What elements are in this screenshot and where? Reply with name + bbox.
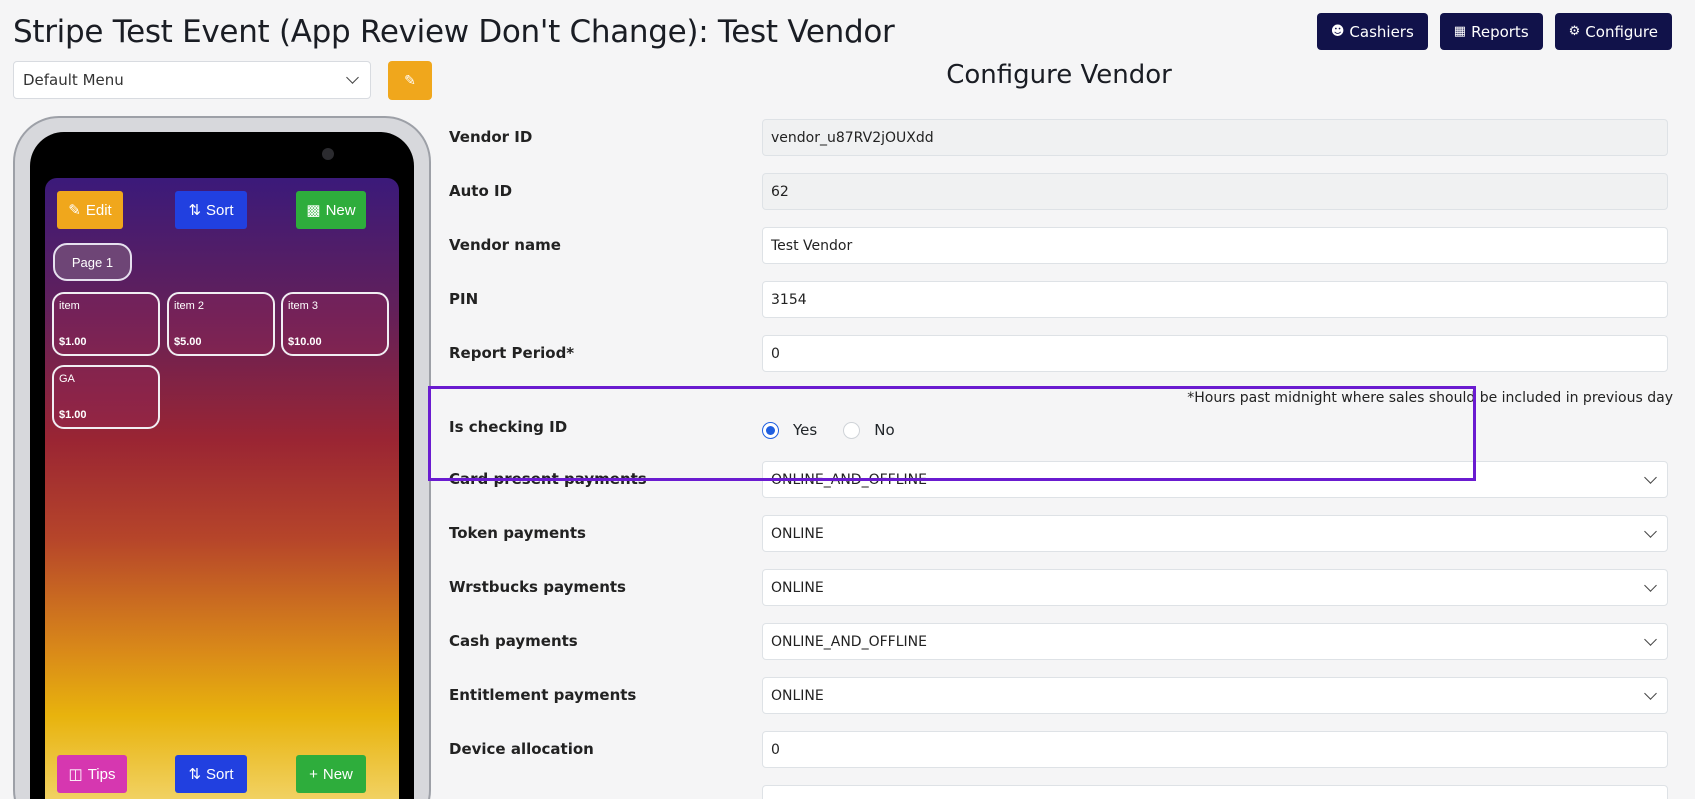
auto-id-field: 62	[762, 173, 1668, 210]
next-field-input[interactable]	[762, 785, 1668, 799]
device-allocation-label: Device allocation	[449, 740, 594, 758]
new-page-icon: ▩	[306, 202, 321, 219]
card-present-value: ONLINE_AND_OFFLINE	[771, 471, 927, 488]
item-name: item 3	[288, 300, 318, 312]
cash-payments-select[interactable]: ONLINE_AND_OFFLINE	[762, 623, 1668, 660]
wrstbucks-payments-select[interactable]: ONLINE	[762, 569, 1668, 606]
report-period-value: 0	[771, 345, 780, 362]
chevron-down-icon	[1644, 686, 1657, 700]
report-period-input[interactable]: 0	[762, 335, 1668, 372]
gear-icon: ⚙	[1568, 24, 1581, 39]
report-period-hint: *Hours past midnight where sales should …	[1187, 390, 1673, 406]
tips-icon: ◫	[68, 766, 83, 783]
tab-page-1[interactable]: Page 1	[53, 243, 132, 281]
edit-icon: ✎	[68, 202, 81, 219]
vendor-id-field: vendor_u87RV2jOUXdd	[762, 119, 1668, 156]
device-allocation-value: 0	[771, 741, 780, 758]
chevron-down-icon	[1644, 632, 1657, 646]
reports-label: Reports	[1471, 22, 1529, 41]
configure-label: Configure	[1585, 22, 1658, 41]
phone-preview: ✎ Edit ⇅ Sort ▩ New Page 1 item $1.00 it…	[13, 116, 431, 799]
phone-screen: ✎ Edit ⇅ Sort ▩ New Page 1 item $1.00 it…	[45, 178, 399, 799]
wrstbucks-payments-value: ONLINE	[771, 579, 824, 596]
checking-id-radio-group: Yes No	[762, 421, 921, 439]
phone-sort-button[interactable]: ⇅ Sort	[175, 191, 247, 229]
checking-id-no-label[interactable]: No	[874, 421, 894, 439]
vendor-id-label: Vendor ID	[449, 128, 533, 146]
phone-new-label: New	[325, 201, 356, 219]
checking-id-no-radio[interactable]	[843, 421, 861, 439]
chevron-down-icon	[1644, 578, 1657, 592]
camera-icon	[322, 148, 334, 160]
wrstbucks-payments-label: Wrstbucks payments	[449, 578, 626, 596]
vendor-name-input[interactable]: Test Vendor	[762, 227, 1668, 264]
header-actions: ☻ Cashiers ▦ Reports ⚙ Configure	[1316, 13, 1672, 50]
phone-edit-button[interactable]: ✎ Edit	[57, 191, 123, 229]
edit-menu-button[interactable]: ✎	[388, 61, 432, 100]
chevron-down-icon	[346, 71, 359, 84]
phone-new-item-label: New	[322, 765, 353, 783]
item-price: $10.00	[288, 336, 322, 348]
vendor-name-value: Test Vendor	[771, 237, 853, 254]
pin-input[interactable]: 3154	[762, 281, 1668, 318]
phone-new-button[interactable]: ▩ New	[296, 191, 366, 229]
vendor-name-label: Vendor name	[449, 236, 561, 254]
item-name: GA	[59, 373, 75, 385]
item-card[interactable]: item 2 $5.00	[167, 292, 275, 356]
menu-select-value: Default Menu	[23, 71, 124, 89]
phone-bezel: ✎ Edit ⇅ Sort ▩ New Page 1 item $1.00 it…	[30, 132, 414, 799]
phone-tips-label: Tips	[87, 765, 116, 783]
phone-tips-button[interactable]: ◫ Tips	[57, 755, 127, 793]
pin-value: 3154	[771, 291, 807, 308]
checking-id-yes-label[interactable]: Yes	[793, 421, 817, 439]
item-name: item 2	[174, 300, 204, 312]
person-icon: ☻	[1330, 24, 1345, 39]
entitlement-payments-label: Entitlement payments	[449, 686, 637, 704]
device-allocation-input[interactable]: 0	[762, 731, 1668, 768]
configure-button[interactable]: ⚙ Configure	[1554, 13, 1672, 50]
item-price: $1.00	[59, 409, 87, 421]
item-card[interactable]: GA $1.00	[52, 365, 160, 429]
auto-id-label: Auto ID	[449, 182, 513, 200]
card-present-label: Card present payments	[449, 470, 647, 488]
page-title: Stripe Test Event (App Review Don't Chan…	[13, 14, 895, 50]
menu-select[interactable]: Default Menu	[13, 61, 371, 99]
cash-payments-label: Cash payments	[449, 632, 578, 650]
token-payments-label: Token payments	[449, 524, 586, 542]
bar-chart-icon: ▦	[1453, 24, 1467, 39]
phone-sort-items-label: Sort	[206, 765, 234, 783]
phone-sort-items-button[interactable]: ⇅ Sort	[175, 755, 247, 793]
entitlement-payments-value: ONLINE	[771, 687, 824, 704]
checking-id-yes-radio[interactable]	[762, 421, 779, 439]
reports-button[interactable]: ▦ Reports	[1439, 13, 1543, 50]
token-payments-select[interactable]: ONLINE	[762, 515, 1668, 552]
token-payments-value: ONLINE	[771, 525, 824, 542]
cashiers-label: Cashiers	[1349, 22, 1414, 41]
entitlement-payments-select[interactable]: ONLINE	[762, 677, 1668, 714]
chevron-down-icon	[1644, 470, 1657, 484]
phone-edit-label: Edit	[85, 201, 112, 219]
cashiers-button[interactable]: ☻ Cashiers	[1316, 13, 1428, 50]
card-present-select[interactable]: ONLINE_AND_OFFLINE	[762, 461, 1668, 498]
cash-payments-value: ONLINE_AND_OFFLINE	[771, 633, 927, 650]
item-card[interactable]: item 3 $10.00	[281, 292, 389, 356]
pin-label: PIN	[449, 290, 479, 308]
item-price: $5.00	[174, 336, 202, 348]
checking-id-label: Is checking ID	[449, 418, 568, 436]
form-title: Configure Vendor	[946, 60, 1172, 90]
plus-icon: +	[309, 765, 318, 783]
phone-sort-label: Sort	[206, 201, 234, 219]
chevron-down-icon	[1644, 524, 1657, 538]
sort-icon: ⇅	[188, 766, 202, 783]
pencil-icon: ✎	[404, 72, 416, 88]
sort-icon: ⇅	[188, 202, 202, 219]
vendor-id-value: vendor_u87RV2jOUXdd	[771, 129, 934, 146]
phone-new-item-button[interactable]: + New	[296, 755, 366, 793]
auto-id-value: 62	[771, 183, 789, 200]
report-period-label: Report Period*	[449, 344, 575, 362]
item-price: $1.00	[59, 336, 87, 348]
item-name: item	[59, 300, 80, 312]
item-card[interactable]: item $1.00	[52, 292, 160, 356]
